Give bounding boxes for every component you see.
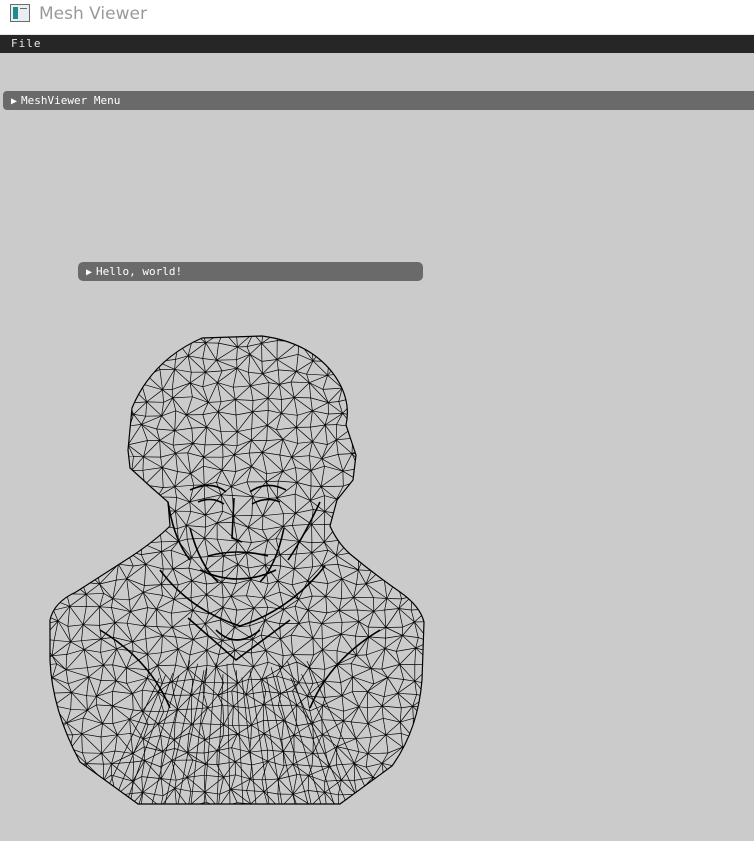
wireframe-mesh: [50, 336, 424, 804]
hello-window-label: Hello, world!: [96, 265, 183, 278]
collapse-arrow-icon: ▶: [86, 267, 93, 278]
menu-bar: File: [0, 35, 754, 53]
app-window-icon: [10, 4, 30, 22]
title-bar: Mesh Viewer: [0, 0, 754, 35]
window-title: Mesh Viewer: [39, 4, 147, 24]
menu-file[interactable]: File: [11, 37, 42, 50]
mesh-viewport[interactable]: [40, 330, 435, 810]
hello-window-header[interactable]: ▶ Hello, world!: [78, 262, 423, 281]
face-detail: [99, 484, 381, 709]
meshviewer-menu-header[interactable]: ▶ MeshViewer Menu: [3, 91, 754, 110]
collapse-arrow-icon: ▶: [11, 96, 18, 107]
meshviewer-menu-label: MeshViewer Menu: [21, 94, 121, 107]
